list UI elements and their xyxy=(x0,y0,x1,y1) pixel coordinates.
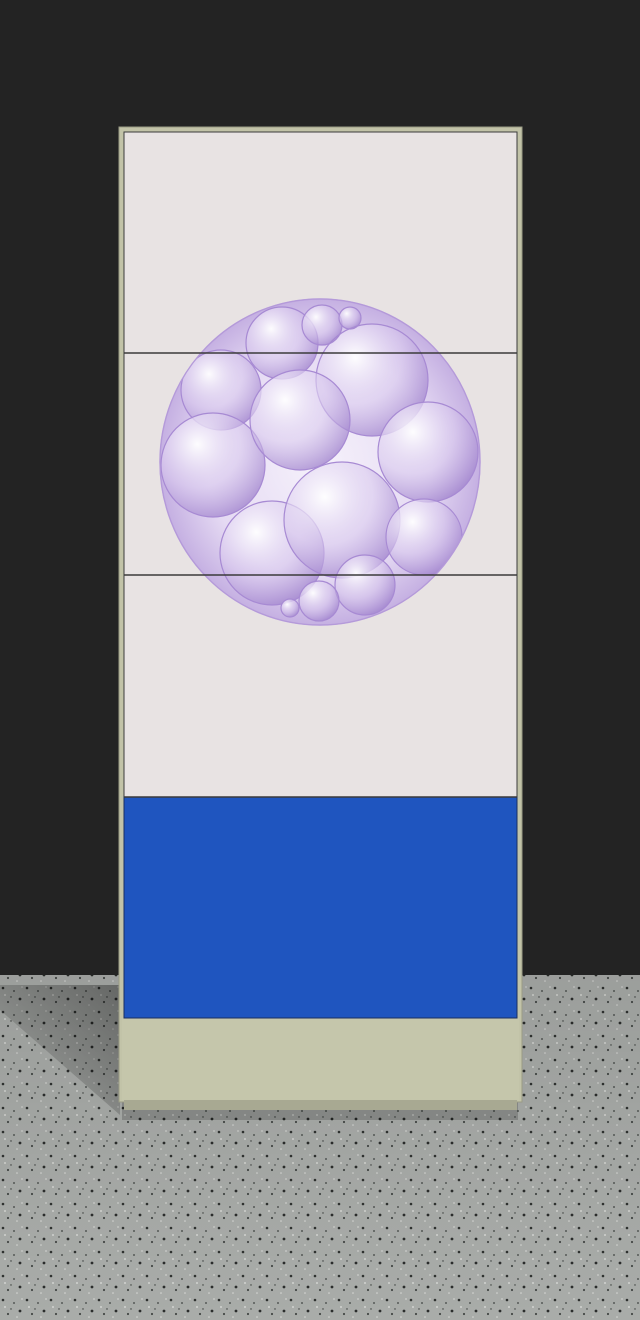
cabinet-plinth xyxy=(122,1018,519,1100)
product-scene xyxy=(0,0,640,1320)
orb-artwork xyxy=(159,298,481,626)
drawer-4-blue[interactable] xyxy=(123,796,518,1019)
cabinet xyxy=(118,126,523,1110)
